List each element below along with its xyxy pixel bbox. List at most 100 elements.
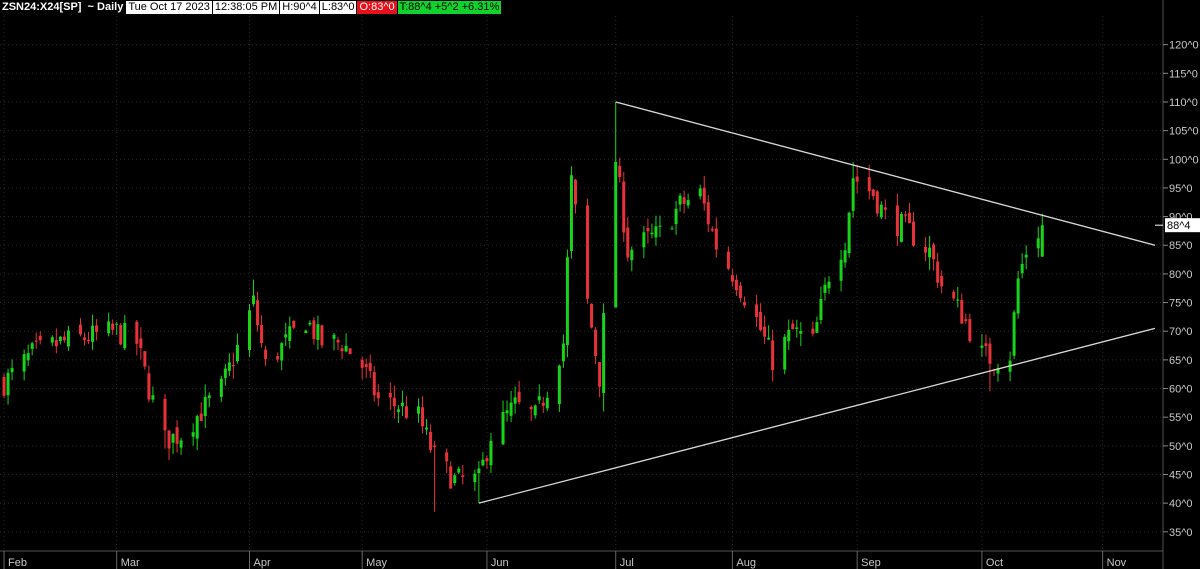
candle-body (368, 362, 372, 371)
interval-text: ~ Daily (87, 1, 124, 13)
candle-body (505, 410, 509, 414)
candle-body (50, 337, 54, 343)
price-tick-label: 80^0 (1169, 269, 1193, 281)
candle-body (702, 187, 706, 204)
candle-body (513, 397, 517, 404)
candle-body (795, 327, 799, 329)
price-tick-label: 100^0 (1169, 154, 1199, 166)
candle (1012, 309, 1016, 360)
candle-body (83, 337, 87, 341)
candle-body (738, 285, 742, 298)
candle-body (344, 345, 348, 352)
candle-body (95, 325, 99, 332)
price-tick-label: 70^0 (1169, 326, 1193, 338)
candle-body (771, 340, 775, 371)
candle-body (115, 323, 119, 325)
candle-body (827, 281, 831, 289)
candle-body (417, 406, 421, 414)
candle-body (58, 336, 62, 341)
candle-body (911, 221, 915, 246)
candle-body (843, 250, 847, 263)
candle-body (336, 339, 340, 343)
candle-body (445, 452, 449, 462)
candle-body (461, 475, 465, 477)
high-box: H:90^4 (279, 1, 319, 14)
candle-body (674, 208, 678, 225)
price-tick-label: 50^0 (1169, 441, 1193, 453)
candle-body (654, 226, 658, 238)
candle-body (940, 276, 944, 287)
candle (783, 333, 787, 375)
candle-body (332, 334, 336, 339)
candle-body (811, 328, 815, 334)
candle-body (871, 189, 875, 197)
candle-body (280, 343, 284, 361)
candle-body (980, 345, 984, 348)
candle-body (22, 354, 26, 372)
candle-body (726, 251, 730, 269)
candle-body (706, 202, 710, 225)
candle-body (425, 427, 429, 430)
price-tick-label: 110^0 (1169, 97, 1198, 109)
month-tick-label: Jun (491, 557, 509, 569)
candle-body (815, 322, 819, 333)
candle-body (227, 362, 231, 371)
candle-body (767, 337, 771, 340)
price-chart[interactable]: 35^0 40^0 45^0 50^0 55^0 60^0 65^0 70^0 75^0 80^0… (0, 0, 1200, 569)
candle-body (847, 212, 851, 254)
candle-body (730, 274, 734, 282)
candle-body (602, 313, 606, 393)
candle-body (984, 343, 988, 346)
candle-body (433, 445, 437, 448)
candle-body (340, 348, 344, 352)
candle-body (260, 324, 264, 344)
candle-body (561, 343, 565, 362)
candle-body (839, 259, 843, 281)
candle-body (1040, 225, 1044, 257)
open-box: O:83^0 (356, 1, 397, 14)
candle-body (252, 295, 256, 305)
candle-body (823, 284, 827, 293)
month-tick-label: Sep (861, 557, 881, 569)
candle-body (199, 413, 203, 421)
candle (569, 166, 573, 259)
symbol-label[interactable]: ZSN24:X24[SP] ~ Daily (0, 1, 126, 14)
candle-body (517, 391, 521, 403)
candle-body (392, 397, 396, 407)
candle-body (569, 175, 573, 251)
candle-body (565, 257, 569, 346)
candle-body (622, 181, 626, 233)
candle-body (590, 303, 594, 328)
candle-body (308, 322, 312, 325)
price-tick-label: 95^0 (1169, 183, 1193, 195)
candle-body (928, 247, 932, 258)
date-box: Tue Oct 17 2023 (125, 1, 212, 14)
candle-body (714, 228, 718, 250)
candle-body (34, 340, 38, 342)
candle-body (968, 319, 972, 342)
candle-body (1024, 254, 1028, 258)
candle-body (235, 344, 239, 362)
candle-body (710, 228, 714, 231)
candle-body (485, 458, 489, 462)
candle-body (292, 320, 296, 328)
candle-body (288, 326, 292, 341)
candle (586, 198, 590, 304)
candle-body (787, 329, 791, 342)
candle-body (473, 473, 477, 483)
candle-body (388, 392, 392, 398)
candle-body (819, 298, 823, 321)
candle-body (404, 406, 408, 418)
candle-body (396, 409, 400, 412)
candle-body (529, 406, 533, 410)
candle-body (642, 232, 646, 248)
candle-body (763, 326, 767, 337)
candle-body (646, 227, 650, 232)
month-tick-label: Jul (620, 557, 634, 569)
candle-body (38, 335, 42, 341)
candle-body (501, 411, 505, 445)
candle-body (686, 200, 690, 206)
candle-body (219, 378, 223, 397)
candle-body (203, 396, 207, 417)
candle-body (316, 324, 320, 340)
